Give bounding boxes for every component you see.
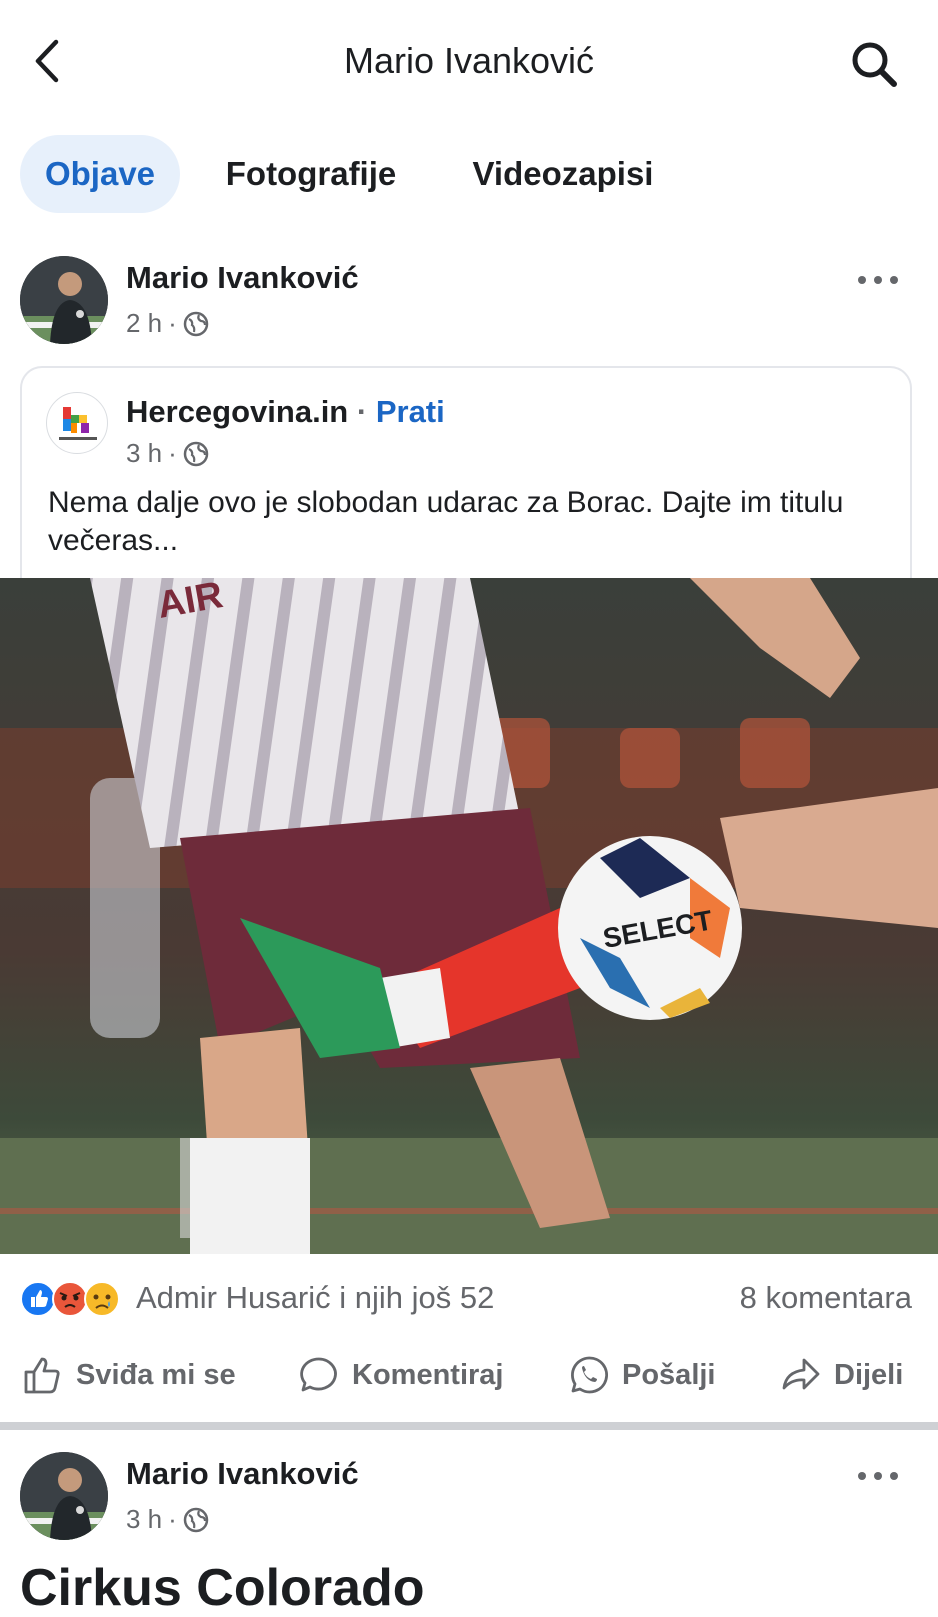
profile-tabs: Objave Fotografije Videozapisi — [20, 135, 920, 213]
avatar-photo — [20, 256, 108, 344]
avatar-photo — [20, 1452, 108, 1540]
post-photo[interactable]: AIR SELECT — [0, 578, 938, 1254]
name-separator: · — [356, 394, 368, 429]
post-meta: 3 h · — [126, 1504, 209, 1535]
meta-separator: · — [168, 308, 177, 338]
page-title: Mario Ivanković — [343, 40, 595, 81]
like-icon — [20, 1281, 56, 1317]
post-meta: 2 h · — [126, 308, 209, 339]
post-time: 2 h — [126, 308, 163, 338]
globe-icon — [183, 1507, 209, 1532]
avatar[interactable] — [20, 256, 108, 344]
comment-icon — [300, 1357, 337, 1392]
tab-videozapisi[interactable]: Videozapisi — [448, 135, 678, 213]
shared-post-card[interactable]: Hercegovina.in · Prati 3 h · Nema dalje … — [20, 366, 912, 580]
comment-label: Komentiraj — [352, 1358, 504, 1391]
meta-separator: · — [168, 1504, 177, 1534]
tab-fotografije[interactable]: Fotografije — [206, 135, 416, 213]
page-logo[interactable] — [46, 392, 108, 454]
shared-page-header: Hercegovina.in · Prati — [126, 394, 445, 430]
hercegovina-logo-icon — [59, 407, 97, 440]
thumbs-up-icon — [24, 1357, 60, 1394]
more-horizontal-icon — [858, 276, 898, 284]
share-button[interactable]: Dijeli — [780, 1345, 903, 1405]
reactions-summary[interactable]: Admir Husarić i njih još 52 — [136, 1280, 494, 1316]
more-options-button[interactable] — [856, 270, 900, 290]
sad-icon — [84, 1281, 120, 1317]
post-author[interactable]: Mario Ivanković — [126, 260, 359, 296]
more-options-button[interactable] — [856, 1466, 900, 1486]
send-button[interactable]: Pošalji — [568, 1345, 716, 1405]
reaction-icons[interactable] — [20, 1278, 130, 1320]
globe-icon — [183, 311, 209, 336]
whatsapp-icon — [571, 1356, 609, 1394]
post-author[interactable]: Mario Ivanković — [126, 1456, 359, 1492]
angry-icon — [52, 1281, 88, 1317]
post-time: 3 h — [126, 1504, 163, 1534]
shared-post-meta: 3 h · — [126, 438, 209, 469]
post-divider — [0, 1422, 938, 1430]
globe-icon — [183, 441, 209, 466]
send-label: Pošalji — [622, 1358, 716, 1391]
shared-page-name[interactable]: Hercegovina.in — [126, 394, 348, 429]
comment-button[interactable]: Komentiraj — [298, 1345, 503, 1405]
meta-separator: · — [168, 438, 177, 468]
share-label: Dijeli — [834, 1358, 904, 1391]
search-button[interactable] — [848, 38, 900, 90]
next-post-text: Cirkus Colorado — [20, 1559, 425, 1617]
shared-post-time: 3 h — [126, 438, 163, 468]
post-header: Mario Ivanković 2 h · — [0, 256, 938, 352]
like-label: Sviđa mi se — [76, 1358, 236, 1391]
like-button[interactable]: Sviđa mi se — [22, 1345, 236, 1405]
share-icon — [782, 1358, 820, 1390]
shared-post-text: Nema dalje ovo je slobodan udarac za Bor… — [48, 486, 844, 557]
search-icon — [852, 42, 897, 87]
follow-button[interactable]: Prati — [376, 394, 445, 429]
football-photo: AIR SELECT — [0, 578, 938, 1254]
top-bar: Mario Ivanković — [0, 0, 938, 120]
more-horizontal-icon — [858, 1472, 898, 1480]
reactions-row: Admir Husarić i njih još 52 8 komentara — [20, 1278, 920, 1320]
tab-objave[interactable]: Objave — [20, 135, 180, 213]
next-post-header: Mario Ivanković 3 h · — [0, 1452, 938, 1548]
avatar[interactable] — [20, 1452, 108, 1540]
comments-count[interactable]: 8 komentara — [740, 1280, 912, 1316]
post-actions: Sviđa mi se Komentiraj Pošalji Dijeli — [0, 1345, 938, 1405]
